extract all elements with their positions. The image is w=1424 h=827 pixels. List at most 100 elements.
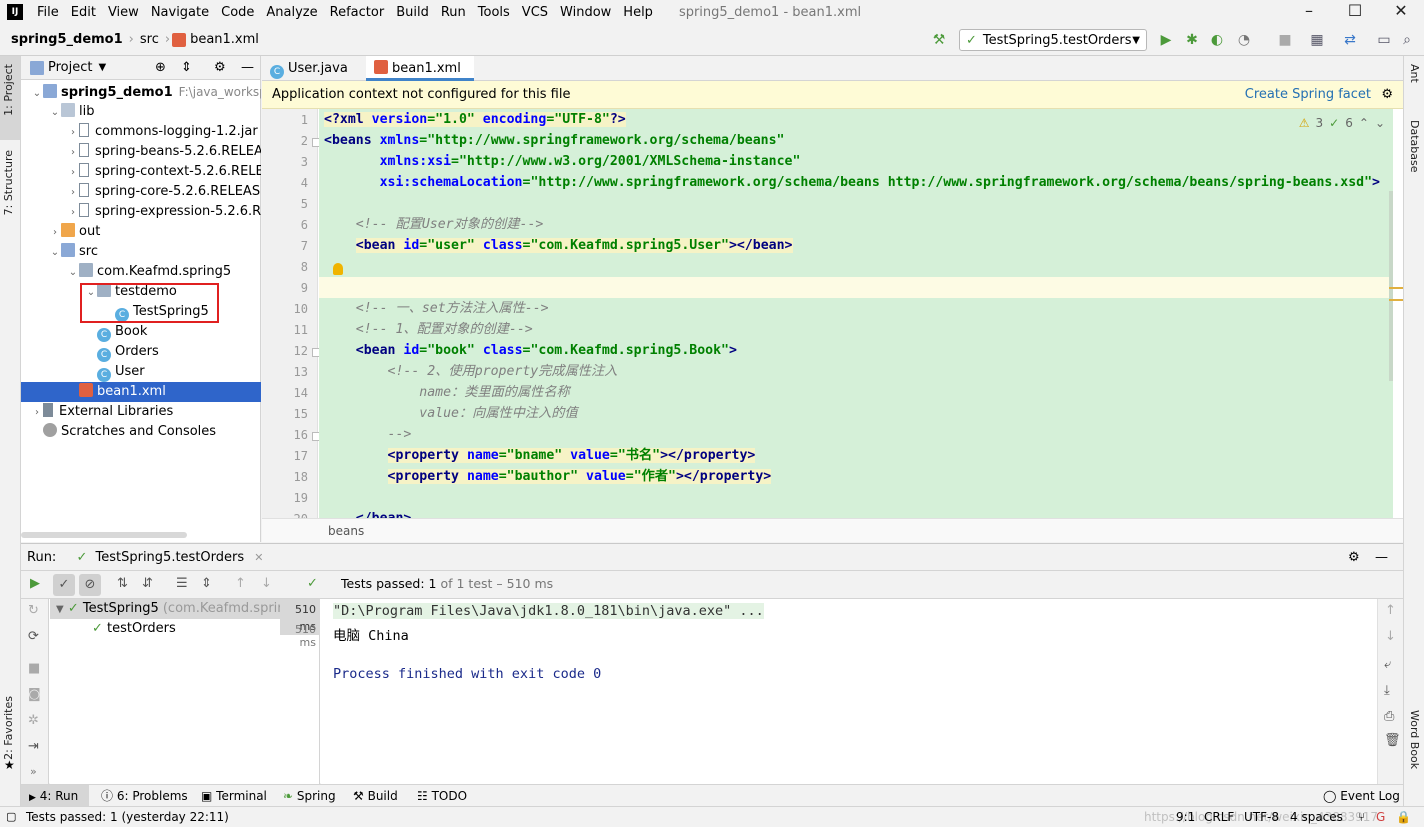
tab-bean1-xml[interactable]: bean1.xml ✕ xyxy=(366,56,474,100)
tree-item-out[interactable]: › out xyxy=(21,222,261,242)
menu-item-build[interactable]: Build xyxy=(390,5,435,20)
database-tool-tab[interactable]: Database xyxy=(1408,120,1421,173)
line-separator[interactable]: CRLF xyxy=(1204,807,1234,827)
ant-tool-tab[interactable]: Ant xyxy=(1408,64,1421,83)
collapse-all-icon[interactable]: ⇕ xyxy=(181,60,192,75)
tree-item-user[interactable]: C User xyxy=(21,362,261,382)
chevron-right-icon[interactable]: › xyxy=(31,403,43,422)
rerun-failed-icon[interactable]: ↻ xyxy=(28,603,39,618)
soft-wrap-icon[interactable]: ⤶ xyxy=(1384,657,1391,672)
menu-item-file[interactable]: File xyxy=(31,5,65,20)
tree-item-com-keafmd-spring5[interactable]: ⌄ com.Keafmd.spring5 xyxy=(21,262,261,282)
down-arrow-icon[interactable]: ↓ xyxy=(1385,629,1396,644)
chevron-down-icon[interactable]: ⌄ xyxy=(49,243,61,262)
console-output[interactable]: "D:\Program Files\Java\jdk1.8.0_181\bin\… xyxy=(321,599,1377,784)
run-tab-label[interactable]: TestSpring5.testOrders xyxy=(96,550,245,565)
tree-item-src[interactable]: ⌄ src xyxy=(21,242,261,262)
print-icon[interactable]: ⎙ xyxy=(1384,709,1394,724)
horizontal-scrollbar[interactable] xyxy=(21,532,187,538)
tree-item-commons-logging-1-2-jar[interactable]: › commons-logging-1.2.jar xyxy=(21,122,261,142)
menu-item-refactor[interactable]: Refactor xyxy=(324,5,391,20)
scroll-to-end-icon[interactable]: ⤓ xyxy=(1384,683,1390,698)
gear-icon[interactable]: ⚙ xyxy=(1381,81,1393,109)
project-structure-icon[interactable]: ▦ xyxy=(1308,31,1326,49)
chevron-down-icon[interactable]: ⌄ xyxy=(1375,116,1385,130)
camera-icon[interactable]: ◙ xyxy=(28,687,41,702)
chevron-right-icon[interactable]: › xyxy=(67,163,79,182)
test-row-class[interactable]: ▼ ✓ TestSpring5 (com.Keafmd.spring xyxy=(56,601,316,616)
collapse-all-icon[interactable]: ⇕ xyxy=(201,576,212,591)
editor-breadcrumb[interactable]: beans xyxy=(262,518,1403,542)
spring-tool-button[interactable]: ❧ Spring xyxy=(283,788,336,804)
inspection-widget[interactable]: ⚠ 3 ✓ 6 ⌃ ⌄ xyxy=(1299,116,1385,130)
next-failed-icon[interactable]: ↓ xyxy=(261,576,272,591)
settings-icon[interactable]: ✲ xyxy=(28,713,39,728)
presentation-icon[interactable]: ▭ xyxy=(1375,31,1393,49)
debug-icon[interactable]: ✱ xyxy=(1183,31,1201,49)
tree-item-spring-core-5-2-6-release-ja[interactable]: › spring-core-5.2.6.RELEASE.ja xyxy=(21,182,261,202)
menu-item-help[interactable]: Help xyxy=(617,5,659,20)
coverage-icon[interactable]: ◐ xyxy=(1208,31,1226,49)
tree-item-spring-context-5-2-6-releas[interactable]: › spring-context-5.2.6.RELEAS xyxy=(21,162,261,182)
menu-item-window[interactable]: Window xyxy=(554,5,617,20)
build-hammer-icon[interactable]: ⚒ xyxy=(930,31,948,49)
tree-item-spring5-demo1[interactable]: ⌄ spring5_demo1 F:\java_workspac xyxy=(21,82,261,102)
problems-tool-button[interactable]: ⓘ 6: Problems xyxy=(101,788,188,804)
run-icon[interactable]: ▶ xyxy=(1157,31,1175,49)
close-tab-icon[interactable]: ✕ xyxy=(254,551,263,564)
todo-tool-button[interactable]: ☷ TODO xyxy=(417,788,467,804)
status-icon[interactable]: ▢ xyxy=(6,807,16,827)
menu-item-navigate[interactable]: Navigate xyxy=(145,5,215,20)
show-ignored-toggle-icon[interactable]: ⊘ xyxy=(79,574,101,596)
chevron-right-icon[interactable]: › xyxy=(67,143,79,162)
tree-item-spring-expression-5-2-6-rel[interactable]: › spring-expression-5.2.6.REL xyxy=(21,202,261,222)
more-icon[interactable]: » xyxy=(30,765,37,778)
test-row-method[interactable]: ✓ testOrders xyxy=(92,621,176,636)
menu-item-vcs[interactable]: VCS xyxy=(516,5,554,20)
breadcrumb-project[interactable]: spring5_demo1 xyxy=(7,32,127,47)
tree-item-book[interactable]: C Book xyxy=(21,322,261,342)
gear-icon[interactable]: ⚙ xyxy=(1348,544,1360,571)
stop-icon[interactable]: ■ xyxy=(1276,31,1294,49)
intention-bulb-icon[interactable] xyxy=(333,263,343,275)
code-area[interactable]: <?xml version="1.0" encoding="UTF-8"?> <… xyxy=(319,109,1393,518)
previous-failed-icon[interactable]: ↑ xyxy=(235,576,246,591)
search-everywhere-icon[interactable]: ⌕ xyxy=(1398,31,1416,49)
sort-by-duration-icon[interactable]: ⇵ xyxy=(142,576,153,591)
import-tests-icon[interactable]: ⇥ xyxy=(28,739,39,754)
tree-item-scratches-and-consoles[interactable]: Scratches and Consoles xyxy=(21,422,261,442)
chevron-down-icon[interactable]: ⌄ xyxy=(31,84,43,102)
status-message[interactable]: Tests passed: 1 (yesterday 22:11) xyxy=(26,807,229,827)
close-window-button[interactable]: ✕ xyxy=(1378,0,1424,24)
menu-item-view[interactable]: View xyxy=(102,5,145,20)
stop-icon[interactable]: ■ xyxy=(28,661,40,676)
show-passed-toggle-icon[interactable]: ✓ xyxy=(53,574,75,596)
hide-panel-icon[interactable]: — xyxy=(1375,544,1388,571)
terminal-tool-button[interactable]: ▣ Terminal xyxy=(201,788,267,804)
tree-item-external-libraries[interactable]: › External Libraries xyxy=(21,402,261,422)
menu-item-edit[interactable]: Edit xyxy=(65,5,102,20)
error-stripe-mark[interactable] xyxy=(1389,299,1403,301)
chevron-down-icon[interactable]: ⌄ xyxy=(67,263,79,282)
breadcrumb-file[interactable]: bean1.xml xyxy=(190,32,263,47)
lock-icon[interactable]: 🔒 xyxy=(1396,807,1411,827)
file-encoding[interactable]: UTF-8 xyxy=(1244,807,1279,827)
project-panel-title[interactable]: Project xyxy=(48,60,92,75)
tab-user-java[interactable]: CUser.java ✕ xyxy=(262,56,364,100)
menu-item-analyze[interactable]: Analyze xyxy=(260,5,323,20)
clear-trash-icon[interactable]: 🗑 xyxy=(1384,733,1401,748)
structure-tool-tab[interactable]: 7: Structure xyxy=(2,150,15,215)
sort-alphabetically-icon[interactable]: ⇅ xyxy=(117,576,128,591)
build-tool-button[interactable]: ⚒ Build xyxy=(353,788,398,804)
locate-icon[interactable]: ⊕ xyxy=(155,60,166,75)
expand-all-icon[interactable]: ☰ xyxy=(176,576,188,591)
run-configuration-select[interactable]: ✓ TestSpring5.testOrders ▼ xyxy=(959,29,1147,51)
indent-setting[interactable]: 4 spaces xyxy=(1290,807,1343,827)
tree-item-lib[interactable]: ⌄ lib xyxy=(21,102,261,122)
toggle-auto-test-icon[interactable]: ⟳ xyxy=(28,629,39,644)
chevron-down-icon[interactable]: ▼ xyxy=(98,62,106,73)
breadcrumb-src[interactable]: src xyxy=(136,32,163,47)
hide-panel-icon[interactable]: — xyxy=(241,60,254,75)
chevron-right-icon[interactable]: › xyxy=(49,223,61,242)
tree-item-bean1-xml[interactable]: bean1.xml xyxy=(21,382,261,402)
